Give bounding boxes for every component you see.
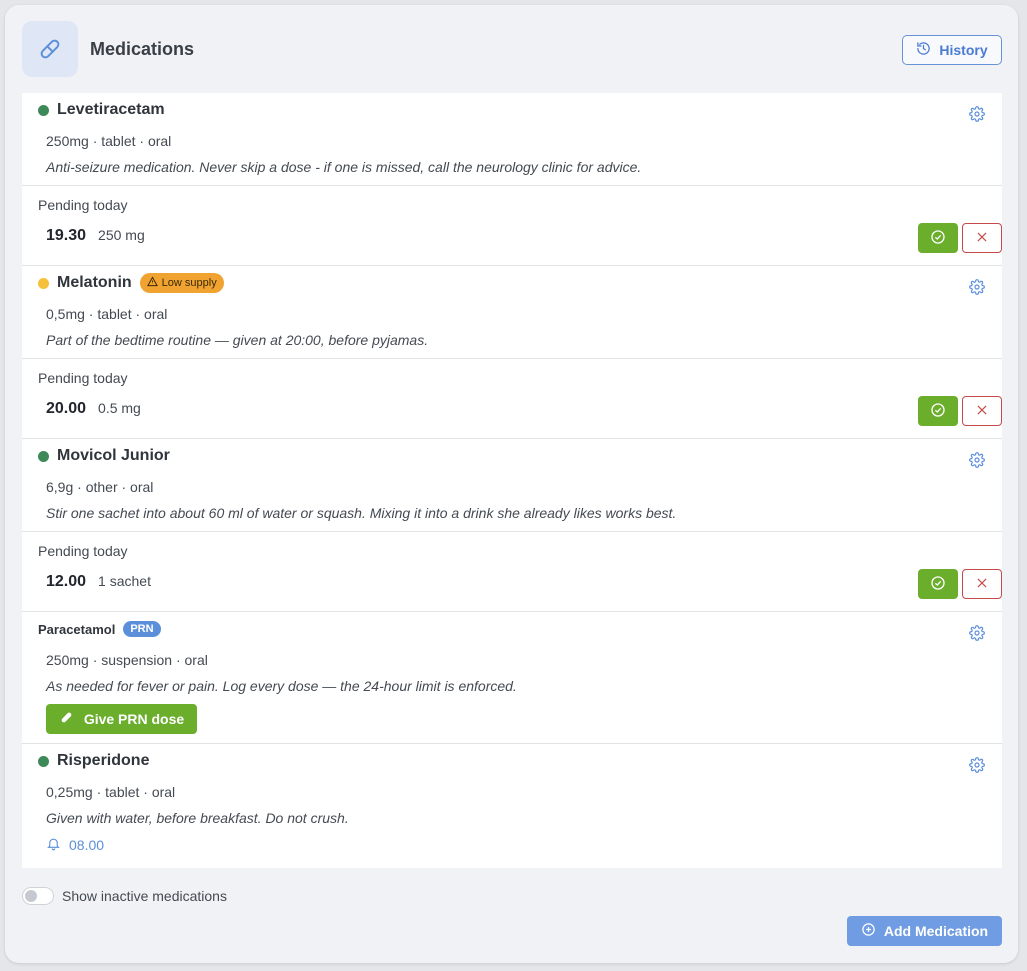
- pending-dose: Pending today 12.00 1 sachet: [22, 531, 1002, 611]
- pending-dose: Pending today 20.00 0.5 mg: [22, 358, 1002, 438]
- medication-item-melatonin: Melatonin Low supply 0,5mg · tablet · or…: [22, 266, 1002, 439]
- medication-list: Levetiracetam 250mg · tablet · oral Anti…: [22, 93, 1002, 868]
- medication-item-levetiracetam: Levetiracetam 250mg · tablet · oral Anti…: [22, 93, 1002, 266]
- medication-name: Paracetamol: [38, 621, 116, 637]
- pending-label: Pending today: [38, 370, 128, 386]
- active-status-dot: [38, 104, 49, 116]
- medication-item-paracetamol: Paracetamol PRN 250mg · suspension · ora…: [22, 612, 1002, 744]
- card-header: Medications History: [22, 21, 1002, 77]
- medication-details: 6,9g · other · oral: [46, 479, 154, 495]
- medication-details: 0,25mg · tablet · oral: [46, 784, 176, 800]
- add-medication-button[interactable]: Add Medication: [847, 916, 1002, 946]
- gear-icon[interactable]: [968, 278, 986, 296]
- medication-note: Given with water, before breakfast. Do n…: [46, 810, 349, 826]
- confirm-dose-button[interactable]: [918, 223, 958, 253]
- reminder-time: 08.00: [69, 837, 105, 853]
- medication-note: Stir one sachet into about 60 ml of wate…: [46, 505, 677, 521]
- medication-note: Part of the bedtime routine — given at 2…: [46, 332, 429, 348]
- gear-icon[interactable]: [968, 451, 986, 469]
- gear-icon[interactable]: [968, 756, 986, 774]
- history-button-label: History: [939, 42, 988, 58]
- medication-note: Anti-seizure medication. Never skip a do…: [46, 159, 642, 175]
- skip-dose-button[interactable]: [962, 223, 1002, 253]
- medication-details: 250mg · tablet · oral: [46, 133, 172, 149]
- show-inactive-toggle[interactable]: [22, 887, 54, 905]
- check-circle-icon: [930, 229, 946, 248]
- check-circle-icon: [930, 575, 946, 594]
- pending-label: Pending today: [38, 197, 128, 213]
- close-icon: [975, 403, 989, 420]
- page-title: Medications: [90, 39, 195, 59]
- medication-details: 250mg · suspension · oral: [46, 652, 208, 668]
- skip-dose-button[interactable]: [962, 569, 1002, 599]
- dose-amount: 0.5 mg: [98, 400, 141, 416]
- show-inactive-toggle-row: Show inactive medications: [22, 887, 227, 905]
- medication-name: Levetiracetam: [57, 101, 165, 118]
- gear-icon[interactable]: [968, 105, 986, 123]
- dose-time: 20.00: [46, 400, 87, 417]
- gear-icon[interactable]: [968, 624, 986, 642]
- check-circle-icon: [930, 402, 946, 421]
- active-status-dot: [38, 450, 49, 462]
- history-button[interactable]: History: [902, 35, 1002, 65]
- show-inactive-label: Show inactive medications: [62, 888, 227, 904]
- add-medication-label: Add Medication: [883, 923, 989, 939]
- medication-name: Melatonin: [57, 274, 132, 291]
- dose-time: 12.00: [46, 573, 87, 590]
- pill-icon: [22, 21, 78, 77]
- medication-note: As needed for fever or pain. Log every d…: [46, 678, 517, 694]
- medication-item-risperidone: Risperidone 0,25mg · tablet · oral Given…: [22, 744, 1002, 868]
- medication-name: Movicol Junior: [57, 447, 170, 464]
- active-status-dot: [38, 755, 49, 767]
- bell-icon: [46, 836, 61, 854]
- reminder: 08.00: [38, 836, 986, 868]
- medication-name: Risperidone: [57, 752, 150, 769]
- dose-amount: 1 sachet: [98, 573, 151, 589]
- pending-label: Pending today: [38, 543, 128, 559]
- medication-item-movicol-junior: Movicol Junior 6,9g · other · oral Stir …: [22, 439, 1002, 612]
- badge-label: Low supply: [161, 277, 217, 289]
- medication-details: 0,5mg · tablet · oral: [46, 306, 168, 322]
- clock-icon: [916, 41, 931, 59]
- pending-dose: Pending today 19.30 250 mg: [22, 185, 1002, 265]
- medications-card: Medications History Levetiracetam 250mg: [5, 5, 1018, 963]
- close-icon: [975, 230, 989, 247]
- skip-dose-button[interactable]: [962, 396, 1002, 426]
- prn-badge: PRN: [123, 621, 161, 637]
- warning-status-dot: [38, 277, 49, 289]
- give-prn-dose-label: Give PRN dose: [83, 711, 185, 727]
- dose-time: 19.30: [46, 227, 87, 244]
- confirm-dose-button[interactable]: [918, 396, 958, 426]
- confirm-dose-button[interactable]: [918, 569, 958, 599]
- pill-icon: [59, 710, 74, 728]
- give-prn-dose-button[interactable]: Give PRN dose: [46, 704, 197, 734]
- low-supply-badge: Low supply: [139, 273, 224, 293]
- dose-amount: 250 mg: [98, 227, 145, 243]
- warning-icon: [146, 276, 158, 290]
- close-icon: [975, 576, 989, 593]
- plus-circle-icon: [861, 922, 876, 940]
